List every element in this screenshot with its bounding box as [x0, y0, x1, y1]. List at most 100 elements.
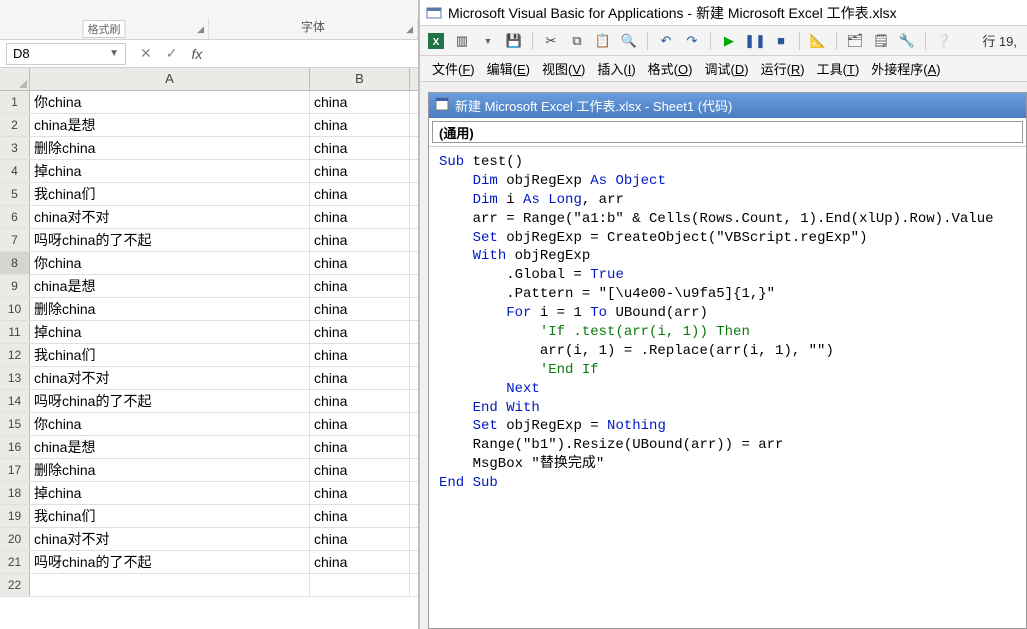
cell[interactable]: china: [310, 160, 410, 182]
cell[interactable]: china: [310, 344, 410, 366]
cut-icon[interactable]: ✂: [541, 31, 561, 51]
name-box[interactable]: D8 ▼: [6, 43, 126, 65]
cell[interactable]: [30, 574, 310, 596]
enter-icon[interactable]: ✓: [166, 45, 178, 62]
menu-item[interactable]: 编辑(E): [483, 57, 534, 80]
help-icon[interactable]: ❔: [934, 31, 954, 51]
row-header[interactable]: 11: [0, 321, 30, 343]
menu-item[interactable]: 运行(R): [757, 57, 809, 80]
table-row[interactable]: 11掉chinachina: [0, 321, 418, 344]
cell[interactable]: china: [310, 252, 410, 274]
row-header[interactable]: 9: [0, 275, 30, 297]
col-header-b[interactable]: B: [310, 68, 410, 90]
ribbon-group-clipboard[interactable]: 格式刷 剪贴板 ◢: [0, 18, 209, 39]
cancel-icon[interactable]: ✕: [140, 45, 152, 62]
cell[interactable]: china: [310, 206, 410, 228]
cell[interactable]: china是想: [30, 436, 310, 458]
cell[interactable]: 吗呀china的了不起: [30, 551, 310, 573]
cell[interactable]: 我china们: [30, 344, 310, 366]
col-header-a[interactable]: A: [30, 68, 310, 90]
code-window-titlebar[interactable]: 新建 Microsoft Excel 工作表.xlsx - Sheet1 (代码…: [429, 93, 1026, 118]
row-header[interactable]: 10: [0, 298, 30, 320]
table-row[interactable]: 1你chinachina: [0, 91, 418, 114]
row-header[interactable]: 20: [0, 528, 30, 550]
cell[interactable]: china: [310, 298, 410, 320]
cell[interactable]: china是想: [30, 275, 310, 297]
table-row[interactable]: 8你chinachina: [0, 252, 418, 275]
table-row[interactable]: 22: [0, 574, 418, 597]
menu-item[interactable]: 格式(O): [644, 57, 697, 80]
row-header[interactable]: 12: [0, 344, 30, 366]
row-header[interactable]: 5: [0, 183, 30, 205]
row-header[interactable]: 22: [0, 574, 30, 596]
cell[interactable]: china: [310, 413, 410, 435]
table-row[interactable]: 19我china们china: [0, 505, 418, 528]
table-row[interactable]: 15你chinachina: [0, 413, 418, 436]
undo-icon[interactable]: ↶: [656, 31, 676, 51]
properties-icon[interactable]: 🗒: [871, 31, 891, 51]
cell[interactable]: 掉china: [30, 482, 310, 504]
cell[interactable]: china: [310, 505, 410, 527]
table-row[interactable]: 14吗呀china的了不起china: [0, 390, 418, 413]
format-painter-label[interactable]: 格式刷: [83, 20, 126, 38]
cell[interactable]: 我china们: [30, 505, 310, 527]
cell[interactable]: china: [310, 137, 410, 159]
row-header[interactable]: 4: [0, 160, 30, 182]
dialog-launcher-icon[interactable]: ◢: [197, 24, 204, 35]
menu-item[interactable]: 插入(I): [593, 57, 639, 80]
cell[interactable]: china: [310, 436, 410, 458]
row-header[interactable]: 3: [0, 137, 30, 159]
fx-icon[interactable]: fx: [191, 46, 202, 62]
cell[interactable]: china: [310, 91, 410, 113]
cell[interactable]: 吗呀china的了不起: [30, 229, 310, 251]
row-header[interactable]: 14: [0, 390, 30, 412]
cell[interactable]: china: [310, 229, 410, 251]
cell[interactable]: china: [310, 114, 410, 136]
cell[interactable]: 吗呀china的了不起: [30, 390, 310, 412]
row-header[interactable]: 18: [0, 482, 30, 504]
table-row[interactable]: 21吗呀china的了不起china: [0, 551, 418, 574]
table-row[interactable]: 18掉chinachina: [0, 482, 418, 505]
reset-icon[interactable]: ■: [771, 31, 791, 51]
menu-item[interactable]: 调试(D): [700, 57, 752, 80]
cell[interactable]: china: [310, 367, 410, 389]
worksheet[interactable]: A B 1你chinachina2china是想china3删除chinachi…: [0, 68, 418, 629]
table-row[interactable]: 16china是想china: [0, 436, 418, 459]
table-row[interactable]: 5我china们china: [0, 183, 418, 206]
row-header[interactable]: 6: [0, 206, 30, 228]
row-header[interactable]: 2: [0, 114, 30, 136]
cell[interactable]: china对不对: [30, 206, 310, 228]
cell[interactable]: 你china: [30, 413, 310, 435]
cell[interactable]: 删除china: [30, 298, 310, 320]
row-header[interactable]: 13: [0, 367, 30, 389]
cell[interactable]: china: [310, 390, 410, 412]
cell[interactable]: 你china: [30, 252, 310, 274]
cell[interactable]: china: [310, 275, 410, 297]
ribbon-group-font[interactable]: 字体 ◢: [209, 18, 418, 39]
copy-icon[interactable]: ⧉: [567, 31, 587, 51]
row-header[interactable]: 16: [0, 436, 30, 458]
cell[interactable]: china对不对: [30, 367, 310, 389]
save-icon[interactable]: 💾: [504, 31, 524, 51]
cell[interactable]: china: [310, 482, 410, 504]
cell[interactable]: 你china: [30, 91, 310, 113]
dialog-launcher-icon[interactable]: ◢: [406, 24, 413, 35]
table-row[interactable]: 20china对不对china: [0, 528, 418, 551]
chevron-down-icon[interactable]: ▼: [478, 31, 498, 51]
menu-item[interactable]: 文件(F): [428, 57, 479, 80]
cell[interactable]: china对不对: [30, 528, 310, 550]
table-row[interactable]: 6china对不对china: [0, 206, 418, 229]
cell[interactable]: 删除china: [30, 137, 310, 159]
cell[interactable]: china: [310, 459, 410, 481]
table-row[interactable]: 17删除chinachina: [0, 459, 418, 482]
table-row[interactable]: 2china是想china: [0, 114, 418, 137]
redo-icon[interactable]: ↷: [682, 31, 702, 51]
row-header[interactable]: 17: [0, 459, 30, 481]
row-header[interactable]: 19: [0, 505, 30, 527]
cell[interactable]: china是想: [30, 114, 310, 136]
cell[interactable]: 删除china: [30, 459, 310, 481]
table-row[interactable]: 3删除chinachina: [0, 137, 418, 160]
table-row[interactable]: 10删除chinachina: [0, 298, 418, 321]
table-row[interactable]: 13china对不对china: [0, 367, 418, 390]
insert-module-icon[interactable]: ▥: [452, 31, 472, 51]
